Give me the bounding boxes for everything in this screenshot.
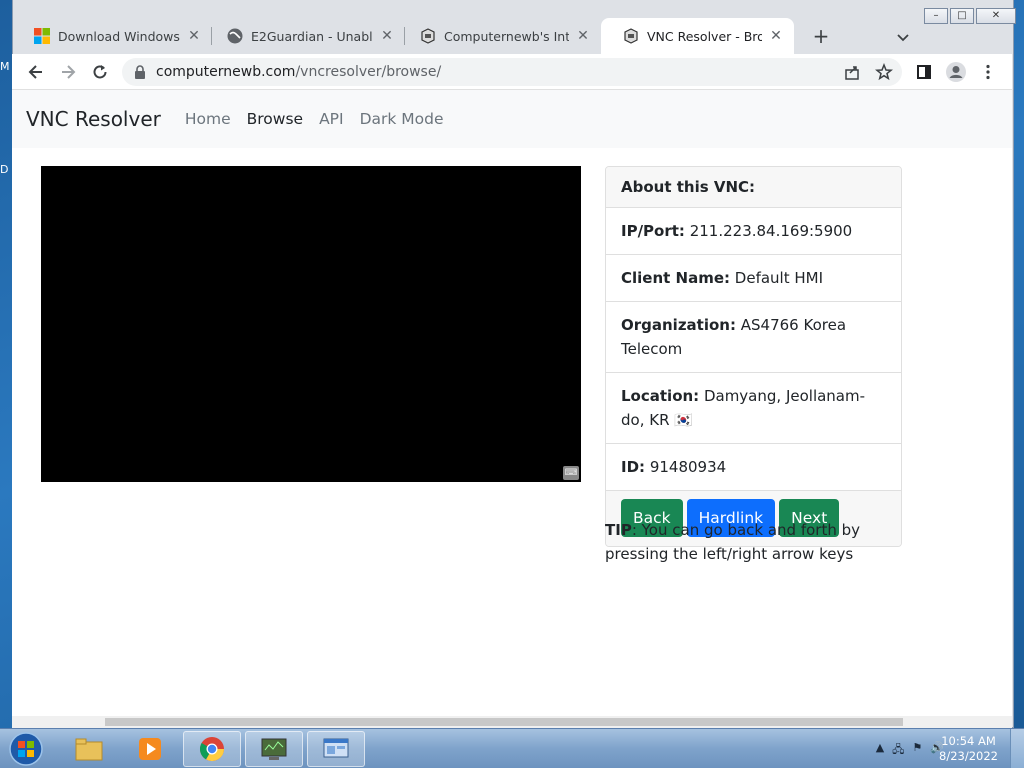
url-host: computernewb.com (156, 64, 296, 80)
system-tray: ▲ 🖧 ⚑ 🔊 (876, 741, 944, 760)
action-center-icon[interactable]: ⚑ (912, 741, 922, 760)
new-tab-button[interactable]: + (808, 24, 834, 50)
profile-button[interactable] (944, 60, 968, 84)
side-panel-icon (917, 65, 931, 79)
globe-icon (227, 28, 243, 44)
menu-button[interactable] (976, 60, 1000, 84)
id-label: ID: (621, 458, 646, 476)
taskbar-explorer[interactable] (60, 731, 118, 767)
forward-nav-button[interactable] (56, 60, 80, 84)
tip-label: TIP (605, 521, 632, 539)
nav-api[interactable]: API (319, 110, 344, 128)
share-icon (845, 66, 859, 80)
back-nav-button[interactable] (24, 60, 48, 84)
folder-icon (75, 738, 103, 761)
close-icon[interactable]: ✕ (768, 28, 784, 44)
ip-port-value: 211.223.84.169:5900 (689, 222, 853, 240)
tab-e2guardian[interactable]: E2Guardian - Unable to ✕ (205, 18, 405, 54)
arrow-left-icon (28, 65, 42, 79)
desktop-icon-label: M (0, 60, 10, 73)
window-app-icon (323, 738, 349, 758)
location-label: Location: (621, 387, 700, 405)
desktop-icon-label: D (0, 163, 9, 176)
nav-dark-mode[interactable]: Dark Mode (360, 110, 444, 128)
show-desktop-button[interactable] (1010, 729, 1024, 768)
organization-label: Organization: (621, 316, 736, 334)
browser-toolbar: computernewb.com/vncresolver/browse/ (12, 54, 1012, 90)
reload-icon (93, 65, 107, 79)
monitor-app-icon (261, 738, 287, 760)
card-header: About this VNC: (606, 167, 901, 208)
tab-download-windows[interactable]: Download Windows 10 ✕ (12, 18, 212, 54)
keyboard-icon: ⌨ (563, 466, 579, 480)
arrow-right-icon (62, 65, 76, 79)
location-row: Location: Damyang, Jeollanam-do, KR 🇰🇷 (606, 373, 901, 444)
site-brand[interactable]: VNC Resolver (26, 107, 161, 131)
id-row: ID: 91480934 (606, 444, 901, 491)
close-icon[interactable]: ✕ (379, 28, 395, 44)
id-value: 91480934 (649, 458, 727, 476)
window-controls: – □ ✕ (922, 8, 1016, 24)
nav-home[interactable]: Home (185, 110, 231, 128)
vnc-screenshot: ⌨ (41, 166, 581, 482)
chevron-down-icon[interactable] (892, 26, 914, 48)
computernewb-icon (624, 28, 638, 44)
scrollbar-thumb[interactable] (105, 718, 903, 726)
url-path: /vncresolver/browse/ (295, 64, 442, 80)
tab-title: E2Guardian - Unable to (251, 28, 373, 44)
lock-icon (135, 65, 145, 79)
site-navbar: VNC Resolver Home Browse API Dark Mode (12, 90, 1012, 148)
taskbar-clock[interactable]: 10:54 AM 8/23/2022 (939, 734, 998, 764)
url-text: computernewb.com/vncresolver/browse/ (156, 64, 441, 80)
share-button[interactable] (840, 60, 864, 84)
page-viewport: VNC Resolver Home Browse API Dark Mode ⌨… (12, 90, 1012, 716)
taskbar-chrome[interactable] (183, 731, 241, 767)
tab-title: Download Windows 10 (58, 28, 180, 44)
start-orb-icon[interactable] (4, 731, 48, 767)
side-panel-button[interactable] (912, 60, 936, 84)
chrome-icon (199, 737, 224, 762)
taskbar-media-player[interactable] (121, 731, 179, 767)
taskbar-app-monitor[interactable] (245, 731, 303, 767)
horizontal-scrollbar[interactable] (12, 716, 1012, 728)
tab-vnc-resolver[interactable]: VNC Resolver - Browse ✕ (601, 18, 794, 54)
tab-title: Computernewb's Interne (444, 28, 569, 44)
bookmark-button[interactable] (872, 60, 896, 84)
taskbar-app-window[interactable] (307, 731, 365, 767)
clock-time: 10:54 AM (941, 734, 996, 748)
close-window-button[interactable]: ✕ (976, 8, 1016, 24)
clock-date: 8/23/2022 (939, 749, 998, 763)
address-bar[interactable]: computernewb.com/vncresolver/browse/ (122, 58, 902, 86)
minimize-button[interactable]: – (924, 8, 948, 24)
organization-row: Organization: AS4766 Korea Telecom (606, 302, 901, 373)
nav-browse[interactable]: Browse (247, 110, 303, 128)
computernewb-icon (421, 28, 435, 44)
ip-port-label: IP/Port: (621, 222, 685, 240)
tip-text: TIP: You can go back and forth by pressi… (605, 518, 905, 566)
kebab-menu-icon (986, 64, 990, 80)
windows-logo-icon (34, 28, 50, 44)
tab-computernewb[interactable]: Computernewb's Interne ✕ (398, 18, 601, 54)
ip-port-row: IP/Port: 211.223.84.169:5900 (606, 208, 901, 255)
tab-title: VNC Resolver - Browse (647, 28, 762, 44)
client-name-value: Default HMI (734, 269, 824, 287)
network-icon[interactable]: 🖧 (892, 741, 904, 760)
tip-body: : You can go back and forth by pressing … (605, 521, 861, 563)
client-name-row: Client Name: Default HMI (606, 255, 901, 302)
vnc-info-card: About this VNC: IP/Port: 211.223.84.169:… (605, 166, 902, 547)
star-icon (875, 63, 893, 81)
tab-strip: Download Windows 10 ✕ E2Guardian - Unabl… (12, 16, 1012, 54)
avatar-icon (946, 62, 966, 82)
taskbar: ▲ 🖧 ⚑ 🔊 10:54 AM 8/23/2022 (0, 728, 1024, 768)
close-icon[interactable]: ✕ (575, 28, 591, 44)
show-hidden-icons-icon[interactable]: ▲ (876, 741, 884, 760)
client-name-label: Client Name: (621, 269, 731, 287)
reload-button[interactable] (88, 60, 112, 84)
close-icon[interactable]: ✕ (186, 28, 202, 44)
maximize-button[interactable]: □ (950, 8, 974, 24)
media-player-icon (139, 738, 161, 760)
